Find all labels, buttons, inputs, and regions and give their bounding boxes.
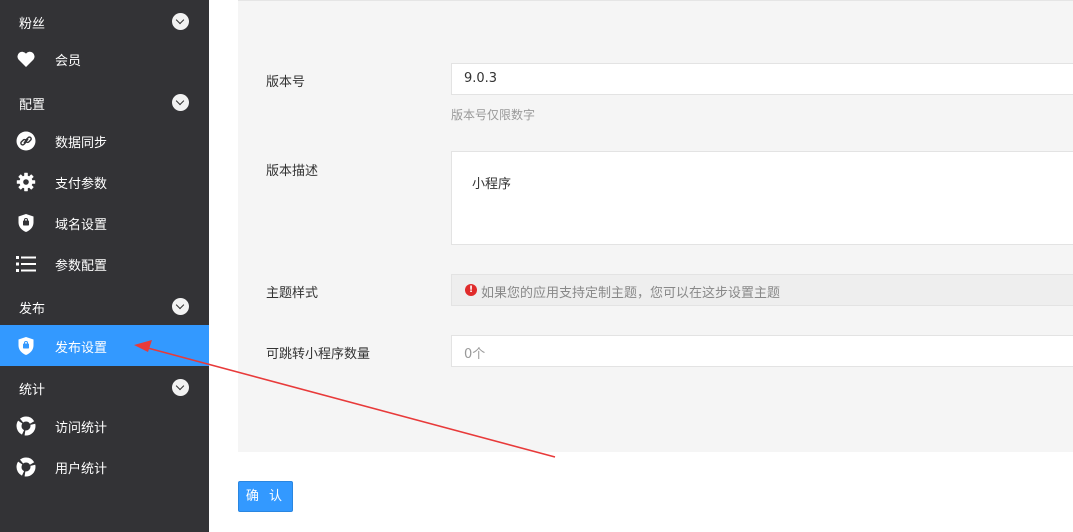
- sidebar-item-label: 数据同步: [55, 136, 108, 151]
- version-hint: 版本号仅限数字: [451, 108, 536, 122]
- theme-notice-text: 如果您的应用支持定制主题，您可以在这步设置主题: [481, 286, 781, 301]
- sidebar-item-domain[interactable]: 域名设置: [0, 202, 209, 243]
- sidebar-item-payment[interactable]: 支付参数: [0, 161, 209, 202]
- sidebar-item-label: 访问统计: [55, 421, 108, 436]
- sidebar-group-stats[interactable]: 统计: [0, 368, 209, 404]
- chevron-down-icon[interactable]: [172, 379, 189, 396]
- chart-ring-icon: [16, 457, 36, 477]
- sidebar-item-params[interactable]: 参数配置: [0, 243, 209, 284]
- sidebar-item-publish-settings[interactable]: 发布设置: [0, 325, 209, 366]
- gear-icon: [16, 172, 36, 192]
- sidebar-group-label: 统计: [19, 383, 46, 398]
- sidebar-item-data-sync[interactable]: 数据同步: [0, 120, 209, 161]
- sidebar-item-label: 域名设置: [55, 218, 108, 233]
- sidebar-item-visit-stats[interactable]: 访问统计: [0, 405, 209, 446]
- description-textarea[interactable]: 小程序: [451, 151, 1073, 245]
- jump-count-placeholder: 0个: [464, 347, 486, 362]
- alert-icon: !: [465, 284, 477, 296]
- sidebar-group-fans[interactable]: 粉丝: [0, 2, 209, 38]
- shield-icon: [18, 337, 34, 355]
- sidebar-group-label: 粉丝: [19, 17, 46, 32]
- chevron-down-icon[interactable]: [172, 94, 189, 111]
- chart-ring-icon: [16, 416, 36, 436]
- confirm-button[interactable]: 确 认: [238, 481, 293, 512]
- list-icon: [16, 256, 36, 272]
- sidebar-item-label: 发布设置: [55, 341, 108, 356]
- chevron-down-icon[interactable]: [172, 298, 189, 315]
- sidebar-item-label: 支付参数: [55, 177, 108, 192]
- sidebar-item-label: 参数配置: [55, 259, 108, 274]
- jump-count-input[interactable]: 0个: [451, 335, 1073, 367]
- theme-notice: ! 如果您的应用支持定制主题，您可以在这步设置主题: [451, 274, 1073, 306]
- sidebar-group-label: 配置: [19, 98, 46, 113]
- sidebar-item-user-stats[interactable]: 用户统计: [0, 446, 209, 487]
- version-value: 9.0.3: [464, 71, 498, 86]
- sidebar-item-label: 用户统计: [55, 462, 108, 477]
- description-label: 版本描述: [266, 164, 319, 179]
- sidebar-group-label: 发布: [19, 302, 46, 317]
- theme-label: 主题样式: [266, 286, 319, 301]
- sidebar: 粉丝 会员 配置 数据同步 支付参数 域名设置 参数配置 发布 发布设置 统计 …: [0, 0, 209, 532]
- chevron-down-icon[interactable]: [172, 13, 189, 30]
- sidebar-group-config[interactable]: 配置: [0, 83, 209, 119]
- version-input[interactable]: 9.0.3: [451, 63, 1073, 95]
- heart-icon: [17, 51, 35, 67]
- description-value: 小程序: [472, 177, 512, 192]
- jump-count-label: 可跳转小程序数量: [266, 347, 371, 362]
- sidebar-group-publish[interactable]: 发布: [0, 287, 209, 323]
- link-icon: [16, 131, 36, 151]
- shield-icon: [18, 214, 34, 232]
- sidebar-item-member[interactable]: 会员: [0, 38, 209, 79]
- version-label: 版本号: [266, 75, 306, 90]
- sidebar-item-label: 会员: [55, 54, 82, 69]
